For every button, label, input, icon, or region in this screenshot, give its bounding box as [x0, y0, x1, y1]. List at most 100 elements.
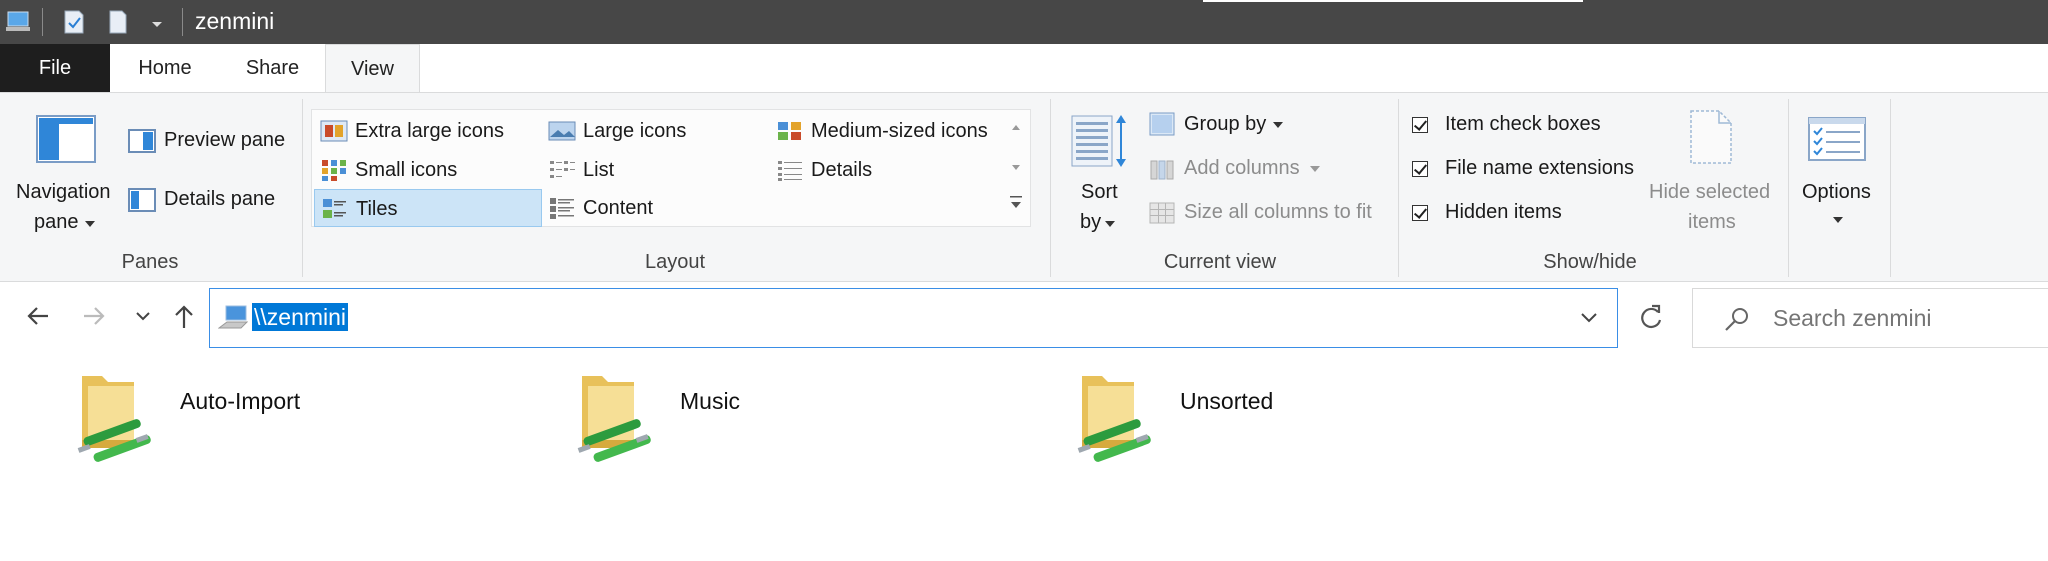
sort-by-label-2: by — [1080, 211, 1102, 233]
group-label-current-view: Current view — [1163, 251, 1277, 273]
computer-icon[interactable] — [4, 9, 34, 35]
content-icon — [550, 198, 574, 219]
file-name-extensions-label: File name extensions — [1445, 157, 1634, 179]
folder-name: Auto-Import — [180, 388, 301, 414]
search-box[interactable] — [1692, 288, 2048, 348]
group-separator — [1050, 99, 1051, 277]
tab-file[interactable]: File — [0, 44, 110, 92]
ribbon-panel: Navigation pane Preview pane Details pan… — [0, 92, 2048, 282]
large-icons-icon — [548, 121, 576, 141]
layout-large-icons[interactable]: Large icons — [542, 112, 768, 150]
gallery-scroll-buttons[interactable] — [1002, 110, 1030, 226]
tiles-icon — [323, 199, 346, 218]
toolbar-separator — [42, 8, 43, 36]
navigation-pane-label-2: pane — [34, 211, 79, 233]
options-label: Options — [1802, 181, 1871, 203]
chevron-down-icon — [1105, 221, 1115, 227]
sort-by-label: Sort — [1081, 181, 1118, 203]
hide-selected-label-2: items — [1688, 211, 1736, 233]
hide-selected-icon — [1690, 110, 1732, 164]
computer-icon — [218, 305, 248, 329]
layout-gallery: Extra large icons Large icons Medium-siz… — [311, 109, 1031, 227]
network-share-folder-icon — [1077, 376, 1151, 462]
chevron-down-icon — [1273, 122, 1283, 128]
search-input[interactable] — [1773, 305, 2033, 332]
up-arrow-icon[interactable] — [168, 300, 200, 332]
folder-tile-unsorted[interactable]: Unsorted — [1076, 372, 1376, 462]
title-highlight-strip — [1203, 0, 1583, 2]
layout-item-label: Tiles — [356, 198, 398, 220]
sort-by-icon — [1071, 115, 1126, 167]
folder-tile-music[interactable]: Music — [576, 372, 876, 462]
size-columns-label: Size all columns to fit — [1184, 201, 1372, 223]
address-bar[interactable]: \\zenmini — [209, 288, 1618, 348]
network-share-folder-icon — [77, 376, 151, 462]
group-by-label: Group by — [1184, 113, 1267, 135]
recent-locations-chevron-icon[interactable] — [134, 300, 152, 332]
network-share-folder-icon — [577, 376, 651, 462]
options-icon — [1808, 117, 1866, 161]
chevron-down-icon — [1833, 217, 1843, 223]
list-icon — [550, 161, 575, 178]
navigation-pane-label: Navigation — [16, 181, 111, 203]
layout-medium-icons[interactable]: Medium-sized icons — [770, 112, 996, 150]
medium-icons-icon — [778, 122, 801, 140]
chevron-down-icon — [1310, 166, 1320, 172]
small-icons-icon — [322, 160, 346, 181]
address-path[interactable]: \\zenmini — [252, 303, 349, 331]
item-check-boxes-checkbox[interactable] — [1412, 117, 1428, 133]
refresh-icon[interactable] — [1635, 302, 1667, 334]
folder-tile-auto-import[interactable]: Auto-Import — [76, 372, 376, 462]
chevron-down-icon[interactable] — [148, 9, 166, 35]
file-name-extensions-checkbox[interactable] — [1412, 161, 1428, 177]
search-icon — [1725, 308, 1748, 331]
layout-content[interactable]: Content — [542, 189, 768, 227]
preview-pane-label: Preview pane — [164, 129, 286, 151]
group-by-icon — [1149, 112, 1175, 136]
hidden-items-label: Hidden items — [1445, 201, 1562, 223]
hidden-items-checkbox[interactable] — [1412, 205, 1428, 221]
chevron-down-icon[interactable] — [1579, 307, 1599, 327]
extra-large-icons-icon — [320, 120, 348, 142]
layout-item-label: Content — [583, 197, 654, 219]
details-pane-icon — [128, 188, 156, 212]
group-separator — [302, 99, 303, 277]
chevron-down-icon — [85, 221, 95, 227]
folder-name: Music — [680, 388, 741, 414]
layout-item-label: Extra large icons — [355, 120, 504, 142]
preview-pane-icon — [128, 129, 156, 153]
layout-small-icons[interactable]: Small icons — [314, 151, 540, 189]
folder-name: Unsorted — [1180, 388, 1274, 414]
group-label-show-hide: Show/hide — [1543, 251, 1637, 273]
title-bar: zenmini — [0, 0, 2048, 44]
details-icon — [778, 161, 802, 181]
group-label-layout: Layout — [644, 251, 706, 273]
layout-item-label: Details — [811, 159, 873, 181]
layout-item-label: Large icons — [583, 120, 687, 142]
layout-item-label: List — [583, 159, 615, 181]
group-separator — [1890, 99, 1891, 277]
tab-home[interactable]: Home — [110, 44, 220, 92]
new-folder-icon[interactable] — [106, 9, 130, 35]
window-title: zenmini — [195, 8, 275, 34]
tab-share[interactable]: Share — [220, 44, 325, 92]
group-separator — [1398, 99, 1399, 277]
toolbar-separator — [182, 8, 183, 36]
ribbon-tab-bar: File Home Share View — [0, 44, 2048, 93]
layout-item-label: Medium-sized icons — [811, 120, 988, 142]
layout-extra-large-icons[interactable]: Extra large icons — [314, 112, 540, 150]
navigation-pane-icon — [36, 115, 96, 163]
group-label-panes: Panes — [121, 251, 179, 273]
navigation-bar: \\zenmini — [0, 282, 2048, 352]
layout-item-label: Small icons — [355, 159, 458, 181]
tab-view[interactable]: View — [325, 44, 420, 93]
layout-details[interactable]: Details — [770, 151, 996, 189]
properties-icon[interactable] — [62, 9, 86, 35]
details-pane-label: Details pane — [164, 188, 276, 210]
forward-arrow-icon[interactable] — [78, 300, 110, 332]
size-columns-icon — [1149, 202, 1175, 224]
back-arrow-icon[interactable] — [22, 300, 54, 332]
layout-list[interactable]: List — [542, 151, 768, 189]
layout-tiles[interactable]: Tiles — [314, 189, 542, 227]
item-check-boxes-label: Item check boxes — [1445, 113, 1601, 135]
